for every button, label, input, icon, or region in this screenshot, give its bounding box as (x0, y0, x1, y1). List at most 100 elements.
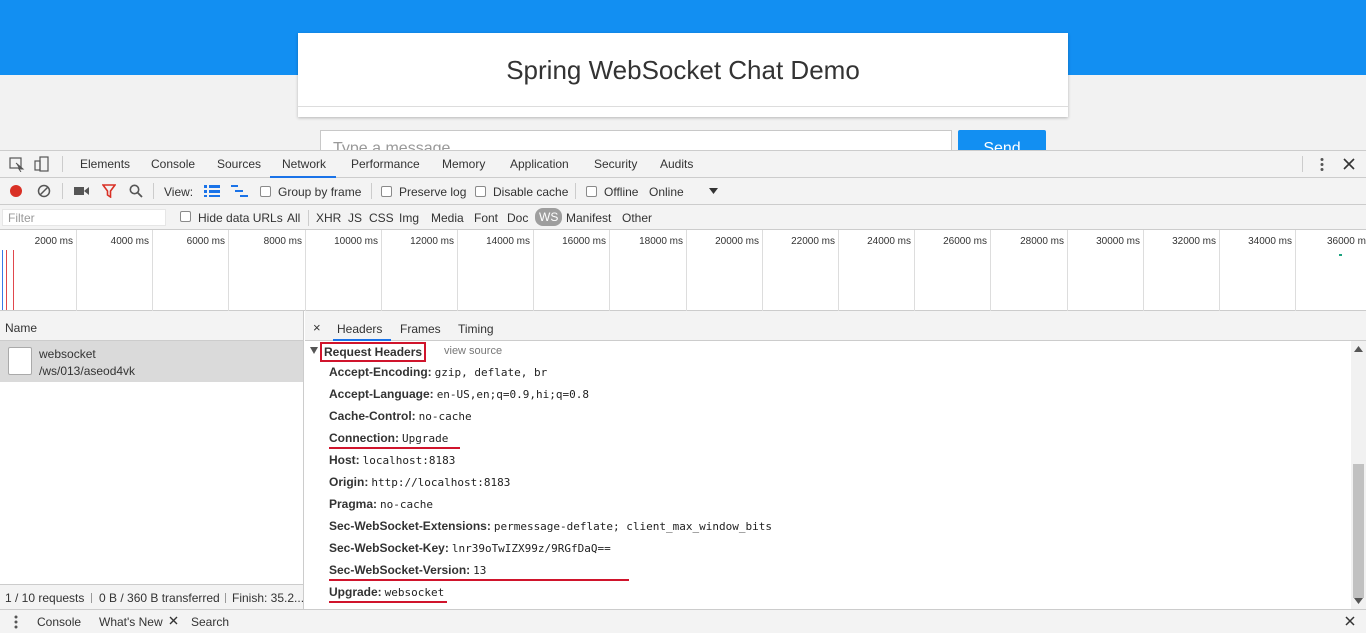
scroll-down-icon[interactable] (1354, 598, 1363, 604)
header-row: Host: localhost:8183 (329, 453, 455, 467)
name-column-header[interactable]: Name (0, 311, 303, 341)
tab-headers[interactable]: Headers (337, 322, 382, 336)
timeline-tick-label: 32000 ms (1172, 236, 1216, 247)
close-icon[interactable] (169, 616, 178, 625)
divider (153, 183, 154, 199)
network-overview-timeline[interactable]: 2000 ms 4000 ms 6000 ms 8000 ms 10000 ms 1200… (0, 230, 1366, 311)
requests-panel: Name websocket /ws/013/aseod4vk 1 / 10 r… (0, 311, 304, 609)
request-path: /ws/013/aseod4vk (39, 364, 136, 378)
tab-security[interactable]: Security (594, 157, 637, 171)
capture-screenshots-icon[interactable] (74, 186, 89, 196)
offline-checkbox[interactable] (586, 186, 597, 197)
header-row: Accept-Encoding: gzip, deflate, br (329, 365, 547, 379)
request-name: websocket (39, 347, 96, 361)
scroll-thumb[interactable] (1353, 464, 1364, 598)
header-row: Cache-Control: no-cache (329, 409, 472, 423)
waterfall-overview-icon[interactable] (231, 185, 248, 197)
timeline-tick-label: 6000 ms (186, 236, 225, 247)
filter-icon[interactable] (102, 184, 116, 198)
timeline-gridline (1067, 230, 1068, 311)
scroll-up-icon[interactable] (1354, 346, 1363, 352)
tab-application[interactable]: Application (510, 157, 569, 171)
search-icon[interactable] (129, 184, 143, 198)
request-headers-title[interactable]: Request Headers (320, 342, 427, 362)
timeline-gridline (762, 230, 763, 311)
filter-input[interactable]: Filter (2, 209, 166, 226)
filter-type-ws[interactable]: WS (535, 208, 563, 226)
header-key: Accept-Encoding: (329, 365, 432, 379)
timeline-gridline (686, 230, 687, 311)
close-icon[interactable] (1343, 158, 1355, 170)
device-toolbar-icon[interactable] (34, 156, 50, 173)
tab-frames[interactable]: Frames (400, 322, 441, 336)
drawer-menu-icon[interactable] (14, 615, 18, 629)
drawer-tab-console[interactable]: Console (37, 615, 81, 629)
timeline-gridline (990, 230, 991, 311)
header-value: no-cache (418, 410, 472, 423)
inspect-element-icon[interactable] (9, 157, 25, 172)
filter-type-all[interactable]: All (287, 211, 300, 225)
filter-type-font[interactable]: Font (474, 211, 498, 225)
network-status-bar: 1 / 10 requests 0 B / 360 B transferred … (0, 584, 303, 609)
view-label: View: (164, 185, 194, 199)
chevron-down-icon[interactable] (709, 188, 718, 194)
tab-performance[interactable]: Performance (351, 157, 420, 171)
tab-timing[interactable]: Timing (458, 322, 494, 336)
drawer-tab-search[interactable]: Search (191, 615, 229, 629)
clear-icon[interactable] (37, 184, 51, 198)
filter-type-xhr[interactable]: XHR (316, 211, 341, 225)
scrollbar[interactable] (1351, 341, 1366, 609)
message-input[interactable]: Type a message... (320, 130, 952, 150)
header-value: websocket (384, 586, 445, 599)
filter-type-img[interactable]: Img (399, 211, 419, 225)
close-details-icon[interactable]: × (313, 320, 321, 335)
divider (1302, 156, 1303, 172)
filter-type-media[interactable]: Media (431, 211, 464, 225)
expand-triangle-icon[interactable] (310, 347, 318, 354)
header-key: Sec-WebSocket-Extensions: (329, 519, 491, 533)
divider (225, 593, 226, 603)
filter-type-js[interactable]: JS (348, 211, 362, 225)
tab-console[interactable]: Console (151, 157, 195, 171)
disable-cache-label: Disable cache (493, 185, 569, 199)
send-button[interactable]: Send (958, 130, 1046, 150)
throttling-select[interactable]: Online (649, 185, 684, 199)
highlight-underline (329, 447, 460, 449)
preserve-log-checkbox[interactable] (381, 186, 392, 197)
more-options-icon[interactable] (1318, 157, 1326, 172)
timeline-tick-label: 8000 ms (263, 236, 302, 247)
disable-cache-checkbox[interactable] (475, 186, 486, 197)
timeline-gridline (533, 230, 534, 311)
header-value: gzip, deflate, br (434, 366, 548, 379)
network-toolbar: View: Group by frame Preserve log Disabl… (0, 178, 1366, 205)
header-row: Sec-WebSocket-Extensions: permessage-defl… (329, 519, 772, 533)
tab-audits[interactable]: Audits (660, 157, 693, 171)
request-row[interactable]: websocket /ws/013/aseod4vk (0, 341, 303, 382)
tab-memory[interactable]: Memory (442, 157, 485, 171)
large-rows-icon[interactable] (204, 185, 220, 197)
details-tabbar: × Headers Frames Timing (305, 311, 1366, 341)
timeline-gridline (228, 230, 229, 311)
timeline-gridline (152, 230, 153, 311)
tab-sources[interactable]: Sources (217, 157, 261, 171)
header-value: Upgrade (402, 432, 449, 445)
header-row: Accept-Language: en-US,en;q=0.9,hi;q=0.8 (329, 387, 589, 401)
header-row: Upgrade: websocket (329, 585, 444, 599)
header-key: Sec-WebSocket-Version: (329, 563, 471, 577)
filter-type-css[interactable]: CSS (369, 211, 394, 225)
filter-type-manifest[interactable]: Manifest (566, 211, 611, 225)
timeline-tick-label: 10000 ms (334, 236, 378, 247)
group-by-frame-checkbox[interactable] (260, 186, 271, 197)
filter-type-doc[interactable]: Doc (507, 211, 528, 225)
record-icon[interactable] (9, 184, 23, 198)
tab-network[interactable]: Network (282, 157, 326, 171)
view-source-link[interactable]: view source (444, 345, 502, 357)
close-drawer-icon[interactable] (1345, 616, 1355, 626)
hide-data-urls-checkbox[interactable] (180, 211, 191, 222)
filter-type-other[interactable]: Other (622, 211, 652, 225)
header-value: 13 (473, 564, 487, 577)
divider (62, 183, 63, 199)
tab-elements[interactable]: Elements (80, 157, 130, 171)
drawer-tab-whats-new[interactable]: What's New (99, 615, 163, 629)
timeline-tick-label: 18000 ms (639, 236, 683, 247)
